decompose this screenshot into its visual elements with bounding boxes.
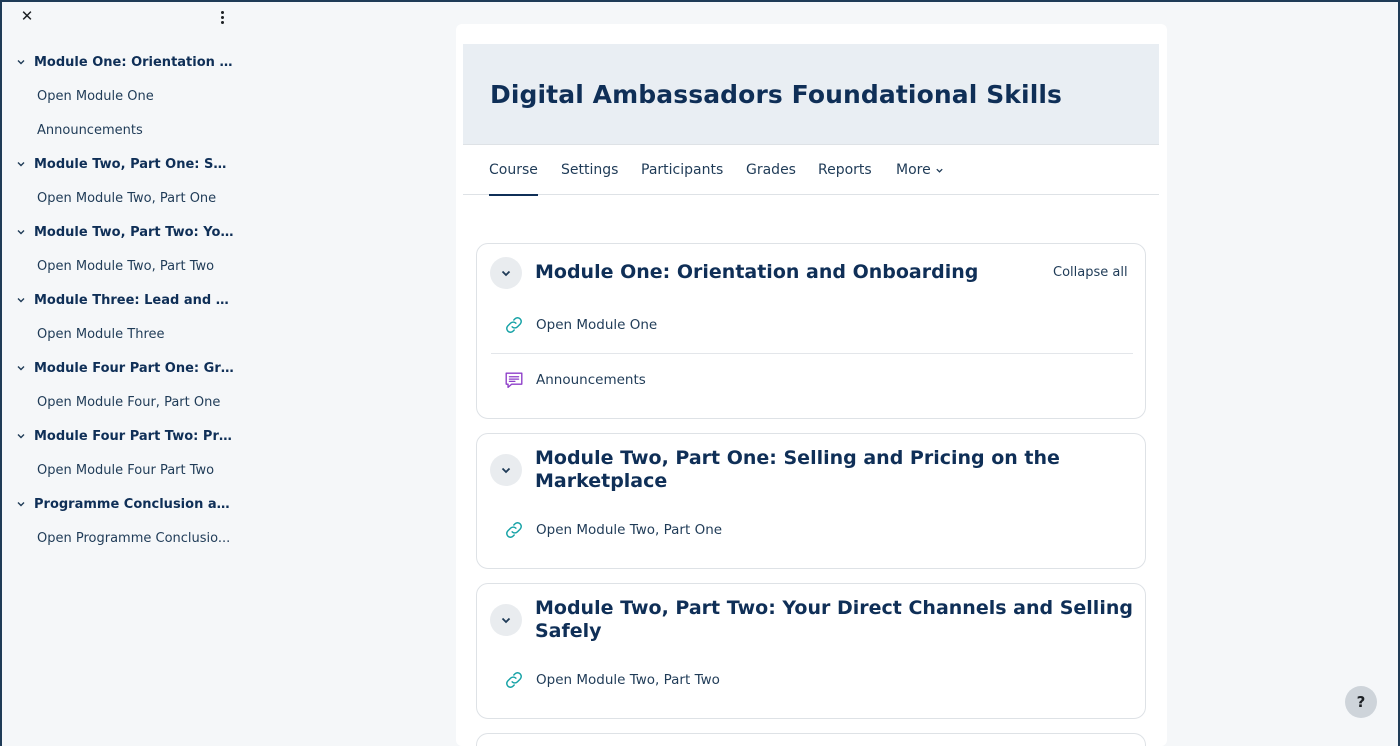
link-icon	[502, 668, 526, 692]
drawer-item-open-module-three[interactable]: Open Module Three	[37, 323, 235, 345]
activity-label: Open Module Two, Part One	[536, 522, 723, 538]
link-icon	[502, 313, 526, 337]
secondary-navigation: Course Settings Participants Grades Repo…	[463, 144, 1159, 196]
chevron-down-icon	[14, 429, 28, 443]
chevron-down-icon	[501, 617, 511, 624]
chevron-down-icon	[14, 497, 28, 511]
chevron-down-icon	[935, 166, 944, 175]
drawer-section-module-three[interactable]: Module Three: Lead and Em...	[14, 288, 236, 312]
section-title[interactable]: Module One: Orientation and Onboarding	[535, 261, 978, 284]
page-title: Digital Ambassadors Foundational Skills	[490, 79, 1063, 109]
section-title-line: Module Two, Part Two: Your Direct Channe…	[535, 597, 1133, 619]
section-collapse-toggle[interactable]	[490, 604, 522, 636]
chevron-down-icon	[14, 225, 28, 239]
activity-label: Announcements	[536, 372, 646, 388]
link-icon	[502, 518, 526, 542]
drawer-item-announcements[interactable]: Announcements	[37, 119, 235, 141]
chevron-down-icon	[14, 55, 28, 69]
chevron-down-icon	[501, 467, 511, 474]
section-title-line: Module Two, Part One: Selling and Pricin…	[535, 447, 1060, 469]
drawer-section-module-one[interactable]: Module One: Orientation an...	[14, 50, 236, 74]
section-title-line: Marketplace	[535, 470, 668, 492]
activity-open-module-one[interactable]: Open Module One	[502, 313, 657, 337]
drawer-item-open-module-four-part-one[interactable]: Open Module Four, Part One	[37, 391, 235, 413]
activity-label: Open Module Two, Part Two	[536, 672, 720, 688]
tab-reports[interactable]: Reports	[818, 145, 872, 195]
drawer-section-module-two-part-one[interactable]: Module Two, Part One: Selli...	[14, 152, 236, 176]
chevron-down-icon	[501, 270, 511, 277]
drawer-section-title: Programme Conclusion and...	[34, 496, 234, 512]
drawer-section-module-four-part-two[interactable]: Module Four Part Two: Prici...	[14, 424, 236, 448]
course-section-module-two-part-two: Module Two, Part Two: Your Direct Channe…	[476, 583, 1146, 719]
activity-open-module-two-part-one[interactable]: Open Module Two, Part One	[502, 518, 722, 542]
section-collapse-toggle[interactable]	[490, 454, 522, 486]
tab-more[interactable]: More	[896, 145, 944, 195]
activity-label: Open Module One	[536, 317, 658, 333]
drawer-section-title: Module Two, Part Two: Your...	[34, 224, 234, 240]
course-index-drawer: ✕ Module One: Orientation an... Open Mod…	[2, 2, 240, 746]
drawer-item-open-programme-conclusion[interactable]: Open Programme Conclusio...	[37, 527, 235, 549]
drawer-section-programme-conclusion[interactable]: Programme Conclusion and...	[14, 492, 236, 516]
activity-announcements[interactable]: Announcements	[502, 368, 646, 392]
drawer-section-title: Module Two, Part One: Selli...	[34, 156, 234, 172]
drawer-options-kebab-icon[interactable]	[214, 6, 230, 28]
drawer-item-open-module-one[interactable]: Open Module One	[37, 85, 235, 107]
tab-more-label: More	[896, 162, 931, 178]
section-title[interactable]: Module Two, Part One: Selling and Pricin…	[535, 447, 1060, 493]
chevron-down-icon	[14, 157, 28, 171]
course-section-next	[476, 733, 1146, 746]
tab-course[interactable]: Course	[489, 145, 538, 196]
drawer-section-title: Module Four Part One: Gro...	[34, 360, 234, 376]
course-header: Digital Ambassadors Foundational Skills	[463, 44, 1159, 144]
divider	[491, 353, 1133, 354]
course-section-module-one: Module One: Orientation and Onboarding C…	[476, 243, 1146, 419]
drawer-section-title: Module One: Orientation an...	[34, 54, 234, 70]
tab-participants[interactable]: Participants	[641, 145, 723, 195]
drawer-item-open-module-two-part-one[interactable]: Open Module Two, Part One	[37, 187, 235, 209]
chevron-down-icon	[14, 293, 28, 307]
course-section-module-two-part-one: Module Two, Part One: Selling and Pricin…	[476, 433, 1146, 569]
collapse-all-link[interactable]: Collapse all	[1053, 265, 1128, 280]
close-drawer-icon[interactable]: ✕	[18, 6, 36, 26]
section-title[interactable]: Module Two, Part Two: Your Direct Channe…	[535, 597, 1133, 643]
drawer-section-module-four-part-one[interactable]: Module Four Part One: Gro...	[14, 356, 236, 380]
section-collapse-toggle[interactable]	[490, 257, 522, 289]
chevron-down-icon	[14, 361, 28, 375]
help-button[interactable]: ?	[1345, 686, 1377, 718]
activity-open-module-two-part-two[interactable]: Open Module Two, Part Two	[502, 668, 720, 692]
tab-settings[interactable]: Settings	[561, 145, 618, 195]
drawer-section-title: Module Three: Lead and Em...	[34, 292, 234, 308]
section-title-line: Safely	[535, 620, 602, 642]
drawer-section-title: Module Four Part Two: Prici...	[34, 428, 234, 444]
forum-icon	[502, 368, 526, 392]
drawer-item-open-module-four-part-two[interactable]: Open Module Four Part Two	[37, 459, 235, 481]
tab-grades[interactable]: Grades	[746, 145, 796, 195]
drawer-section-module-two-part-two[interactable]: Module Two, Part Two: Your...	[14, 220, 236, 244]
drawer-item-open-module-two-part-two[interactable]: Open Module Two, Part Two	[37, 255, 235, 277]
